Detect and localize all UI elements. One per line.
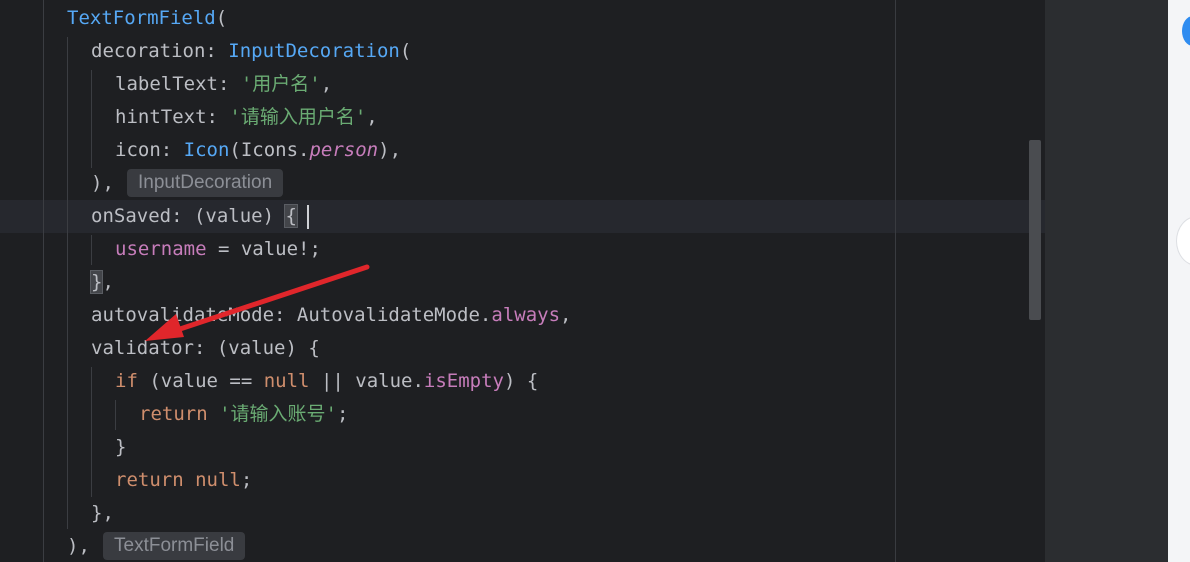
floating-button[interactable] <box>1176 216 1190 266</box>
code-line[interactable]: } <box>115 431 126 464</box>
code-token: }, <box>91 502 114 524</box>
code-token: } <box>115 436 127 458</box>
code-line[interactable]: validator: (value) { <box>91 332 320 365</box>
matched-brace: } <box>89 270 104 294</box>
notification-dot-icon[interactable] <box>1182 16 1190 46</box>
inlay-hint-textformfield: TextFormField <box>103 532 246 560</box>
indent-guide <box>91 70 92 168</box>
inlay-hint-inputdecoration: InputDecoration <box>127 169 284 197</box>
indent-guide <box>67 37 68 529</box>
code-editor[interactable]: TextFormField( decoration: InputDecorati… <box>0 0 1045 562</box>
code-token: return <box>115 469 184 491</box>
code-token: = value!; <box>206 238 321 260</box>
code-token: labelText: <box>115 73 241 95</box>
code-line[interactable]: }, <box>89 266 114 299</box>
code-line[interactable]: if (value == null || value.isEmpty) { <box>115 365 538 398</box>
code-token: , <box>320 73 333 95</box>
code-token: ; <box>336 403 349 425</box>
vertical-scrollbar[interactable] <box>1029 140 1041 320</box>
matched-brace: { <box>284 204 298 228</box>
code-token: '请输入用户名' <box>229 106 367 128</box>
code-token: icon: <box>115 139 184 161</box>
indent-guide <box>43 0 44 562</box>
code-line[interactable]: decoration: InputDecoration( <box>91 35 411 68</box>
code-token: , <box>366 106 378 128</box>
code-token: ), <box>91 172 114 194</box>
code-token: (value == <box>137 370 264 392</box>
code-token: , <box>560 304 572 326</box>
code-line[interactable]: ), <box>67 530 90 562</box>
code-line[interactable]: labelText: '用户名', <box>115 68 332 101</box>
indent-guide <box>91 367 92 497</box>
code-token: InputDecoration <box>228 40 400 62</box>
code-line[interactable]: return null; <box>115 464 252 497</box>
code-token: '请输入账号' <box>219 403 337 425</box>
code-token: TextFormField <box>67 7 216 29</box>
code-token: validator: (value) { <box>91 337 320 359</box>
code-line[interactable]: ), <box>91 167 114 200</box>
code-token: ( <box>215 7 228 29</box>
code-token: ), <box>378 139 402 161</box>
editor-right-gutter <box>1045 0 1168 562</box>
code-token: always <box>491 304 561 326</box>
code-line[interactable]: return '请输入账号'; <box>139 398 348 431</box>
indent-guide <box>115 400 116 430</box>
code-token: '用户名' <box>240 73 321 95</box>
code-token: , <box>102 271 114 293</box>
code-token: isEmpty <box>423 370 504 392</box>
code-token: null <box>263 370 310 392</box>
code-token: (Icons. <box>229 139 310 161</box>
code-token: ; <box>240 469 253 491</box>
code-token: hintText: <box>115 106 230 128</box>
code-token: || value. <box>309 370 424 392</box>
code-line[interactable]: username = value!; <box>115 233 321 266</box>
indent-guide <box>91 235 92 265</box>
code-token: if <box>115 370 138 392</box>
code-line[interactable]: icon: Icon(Icons.person), <box>115 134 401 167</box>
code-token: ), <box>67 535 90 557</box>
code-line[interactable]: TextFormField( <box>67 2 227 35</box>
code-token: ( <box>399 40 412 62</box>
code-line[interactable]: onSaved: (value) { <box>91 200 298 233</box>
code-token: return <box>139 403 208 425</box>
code-line[interactable]: hintText: '请输入用户名', <box>115 101 378 134</box>
code-token: autovalidateMode: AutovalidateMode. <box>91 304 492 326</box>
code-token: decoration: <box>91 40 229 62</box>
code-token: person <box>309 139 379 161</box>
code-token: ) { <box>503 370 539 392</box>
side-panel <box>1168 0 1190 562</box>
code-line[interactable]: autovalidateMode: AutovalidateMode.alway… <box>91 299 571 332</box>
code-line[interactable]: }, <box>91 497 114 530</box>
text-caret <box>307 205 309 229</box>
code-token: onSaved: (value) <box>91 205 286 227</box>
right-margin-guide <box>895 0 896 562</box>
code-token: username <box>115 238 207 260</box>
code-token: Icon <box>183 139 230 161</box>
code-token: null <box>195 469 241 491</box>
